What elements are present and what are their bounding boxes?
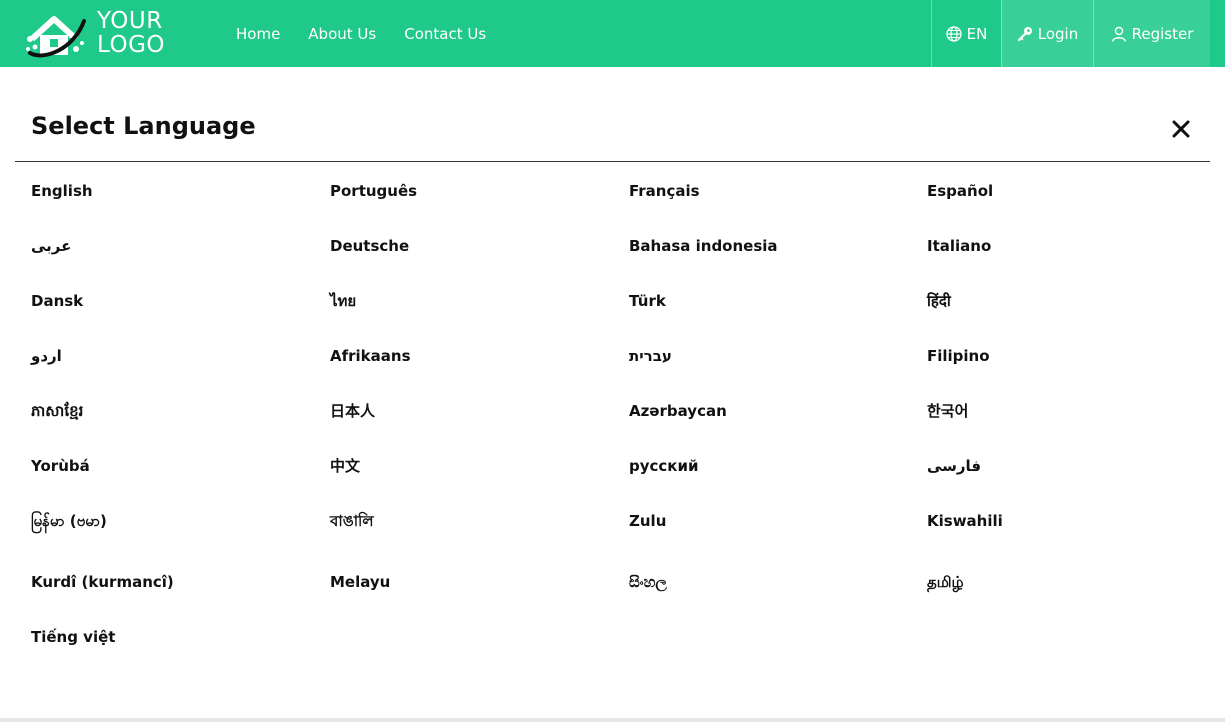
language-modal-header: Select Language	[15, 100, 1210, 162]
register-label: Register	[1131, 24, 1194, 43]
language-option[interactable]: Zulu	[629, 511, 666, 531]
key-icon	[1017, 26, 1032, 41]
user-icon	[1111, 26, 1126, 42]
language-option[interactable]: Tiếng việt	[31, 627, 115, 647]
language-option[interactable]: Melayu	[330, 572, 390, 592]
language-option[interactable]: မြန်မာ (ဗမာ)	[31, 511, 107, 531]
language-option[interactable]: 한국어	[927, 401, 968, 421]
login-button[interactable]: Login	[1001, 0, 1093, 67]
site-logo[interactable]: YOUR LOGO	[24, 9, 184, 59]
language-option[interactable]: عربى	[31, 236, 71, 256]
language-option[interactable]: Kurdî (kurmancî)	[31, 572, 174, 592]
language-switcher[interactable]: EN	[931, 0, 1001, 67]
language-option[interactable]: עברית	[629, 346, 672, 366]
language-option[interactable]: Deutsche	[330, 236, 409, 256]
language-option[interactable]: Español	[927, 181, 993, 201]
nav-contact-us[interactable]: Contact Us	[404, 25, 486, 43]
language-option[interactable]: Kiswahili	[927, 511, 1003, 531]
language-option[interactable]: ไทย	[330, 291, 356, 311]
language-option[interactable]: සිංහල	[629, 572, 667, 592]
language-option[interactable]: हिंदी	[927, 291, 951, 311]
language-option[interactable]: اردو	[31, 346, 62, 366]
nav-home[interactable]: Home	[236, 25, 280, 43]
language-option[interactable]: Français	[629, 181, 700, 201]
main-nav: Home About Us Contact Us	[236, 0, 514, 67]
language-option[interactable]: English	[31, 181, 93, 201]
language-option[interactable]: Afrikaans	[330, 346, 411, 366]
register-button[interactable]: Register	[1093, 0, 1210, 67]
language-option[interactable]: ភាសាខ្មែរ	[31, 401, 83, 421]
language-option[interactable]: Türk	[629, 291, 666, 311]
language-option[interactable]: Português	[330, 181, 417, 201]
nav-about-us[interactable]: About Us	[308, 25, 376, 43]
login-label: Login	[1037, 24, 1079, 43]
language-option[interactable]: Yorùbá	[31, 456, 90, 476]
language-option[interactable]: தமிழ்	[927, 572, 964, 592]
logo-line-1: YOUR	[97, 8, 163, 34]
language-option[interactable]: Bahasa indonesia	[629, 236, 778, 256]
close-icon[interactable]	[1170, 118, 1192, 140]
logo-text: YOUR LOGO	[97, 9, 187, 57]
globe-icon	[945, 25, 962, 42]
language-option[interactable]: Italiano	[927, 236, 991, 256]
language-option[interactable]: বাঙালি	[330, 511, 374, 531]
language-option[interactable]: 日本人	[330, 401, 375, 421]
language-code: EN	[966, 24, 988, 43]
header-actions: EN Login Register	[931, 0, 1210, 67]
logo-line-2: LOGO	[97, 32, 166, 58]
house-logo-icon	[26, 16, 86, 58]
page-bottom-border	[0, 718, 1225, 722]
language-option[interactable]: Filipino	[927, 346, 990, 366]
language-option[interactable]: русский	[629, 456, 699, 476]
language-option[interactable]: 中文	[330, 456, 360, 476]
top-navbar: YOUR LOGO Home About Us Contact Us EN Lo…	[0, 0, 1225, 67]
language-option[interactable]: Dansk	[31, 291, 83, 311]
language-option[interactable]: Azərbaycan	[629, 401, 727, 421]
language-option[interactable]: فارسی	[927, 456, 981, 476]
modal-title: Select Language	[31, 112, 256, 140]
